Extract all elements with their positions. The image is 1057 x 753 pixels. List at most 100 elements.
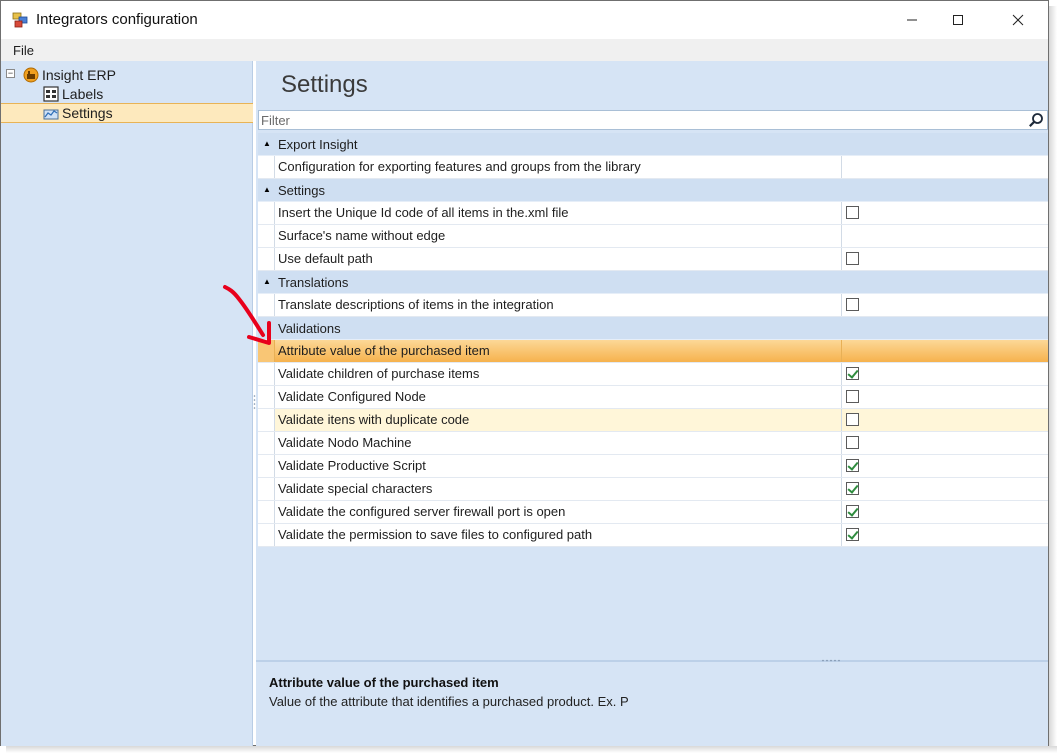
property-row[interactable]: Validate Nodo Machine [258,432,1048,455]
page-title: Settings [281,71,368,98]
settings-panel: Settings ▲ Export Insight Configuration fo… [256,61,1048,746]
category-label: Translations [278,275,349,290]
property-row[interactable]: Validate special characters [258,478,1048,501]
property-value[interactable] [842,386,1048,408]
property-value[interactable] [842,202,1048,224]
property-name: Validate itens with duplicate code [274,409,842,431]
property-value[interactable] [842,409,1048,431]
property-value[interactable] [842,478,1048,500]
tree-selection-highlight [1,103,253,123]
property-row[interactable]: Configuration for exporting features and… [258,156,1048,179]
property-checkbox[interactable] [846,413,859,426]
window-shadow [1049,6,1057,753]
property-name: Translate descriptions of items in the i… [274,294,842,316]
minimize-icon [907,19,917,21]
window-shadow [6,746,1057,753]
category-header[interactable]: ▲ Export Insight [258,133,1048,156]
property-value[interactable] [842,225,1048,247]
property-checkbox[interactable] [846,390,859,403]
property-value[interactable] [842,501,1048,523]
maximize-button[interactable] [935,1,981,39]
tree-node-label: Settings [62,104,113,121]
property-value[interactable] [842,363,1048,385]
property-checkbox[interactable] [846,436,859,449]
property-checkbox[interactable] [846,482,859,495]
tree-node-insight-erp[interactable]: Insight ERP [23,65,116,84]
tree-collapse-toggle[interactable]: − [6,69,15,78]
annotation-arrow-icon [223,285,271,345]
property-value[interactable] [842,340,1048,362]
tree-node-label: Labels [62,85,104,102]
property-name: Validate the permission to save files to… [274,524,842,546]
category-header[interactable]: ▲ Settings [258,179,1048,202]
property-name: Validate Nodo Machine [274,432,842,454]
property-row[interactable]: Surface's name without edge [258,225,1048,248]
property-checkbox[interactable] [846,252,859,265]
property-name: Validate special characters [274,478,842,500]
property-checkbox[interactable] [846,459,859,472]
search-icon[interactable] [1028,112,1044,128]
window-title: Integrators configuration [36,11,198,28]
property-row[interactable]: Validate Configured Node [258,386,1048,409]
property-value[interactable] [842,156,1048,178]
property-name: Surface's name without edge [274,225,842,247]
property-row[interactable]: Validate the permission to save files to… [258,524,1048,547]
tree-node-label: Insight ERP [42,66,116,83]
help-description: Value of the attribute that identifies a… [269,694,629,709]
help-resize-grip[interactable] [821,659,841,662]
property-row[interactable]: Attribute value of the purchased item [258,340,1048,363]
category-label: Validations [278,321,341,336]
property-row[interactable]: Translate descriptions of items in the i… [258,294,1048,317]
property-value[interactable] [842,432,1048,454]
app-icon [12,12,28,28]
settings-icon [43,109,59,119]
property-name: Insert the Unique Id code of all items i… [274,202,842,224]
category-header[interactable]: Validations [258,317,1048,340]
menu-bar: File [1,39,1048,61]
property-name: Configuration for exporting features and… [274,156,842,178]
property-value[interactable] [842,248,1048,270]
close-icon [1012,14,1024,26]
property-checkbox[interactable] [846,298,859,311]
category-header[interactable]: ▲ Translations [258,271,1048,294]
labels-icon [43,85,59,102]
minimize-button[interactable] [889,1,935,39]
close-button[interactable] [995,1,1041,39]
help-title: Attribute value of the purchased item [269,675,499,690]
property-row[interactable]: Insert the Unique Id code of all items i… [258,202,1048,225]
property-name: Validate the configured server firewall … [274,501,842,523]
erp-icon [23,67,39,82]
chevron-up-icon[interactable]: ▲ [263,185,271,194]
tree-node-labels[interactable]: Labels [43,84,103,103]
property-name: Attribute value of the purchased item [274,340,842,362]
app-window: Integrators configuration File − Insight… [0,0,1049,746]
tree-node-settings[interactable]: Settings [43,103,113,122]
property-value[interactable] [842,524,1048,546]
property-value[interactable] [842,294,1048,316]
property-row[interactable]: Validate children of purchase items [258,363,1048,386]
property-row[interactable]: Validate the configured server firewall … [258,501,1048,524]
property-value[interactable] [842,455,1048,477]
help-pane: Attribute value of the purchased item Va… [256,659,1048,746]
property-name: Validate Configured Node [274,386,842,408]
maximize-icon [953,15,963,25]
category-label: Settings [278,183,325,198]
filter-box[interactable] [258,110,1048,130]
category-label: Export Insight [278,137,358,152]
property-name: Validate children of purchase items [274,363,842,385]
menu-file[interactable]: File [13,43,34,58]
property-name: Validate Productive Script [274,455,842,477]
property-grid: ▲ Export Insight Configuration for exporti… [258,133,1048,547]
property-checkbox[interactable] [846,206,859,219]
filter-input[interactable] [261,112,1021,129]
navigation-tree [1,61,253,746]
title-bar[interactable]: Integrators configuration [1,1,1048,39]
property-checkbox[interactable] [846,367,859,380]
property-name: Use default path [274,248,842,270]
property-row[interactable]: Validate itens with duplicate code [258,409,1048,432]
property-checkbox[interactable] [846,505,859,518]
chevron-up-icon[interactable]: ▲ [263,139,271,148]
property-row[interactable]: Validate Productive Script [258,455,1048,478]
property-checkbox[interactable] [846,528,859,541]
property-row[interactable]: Use default path [258,248,1048,271]
